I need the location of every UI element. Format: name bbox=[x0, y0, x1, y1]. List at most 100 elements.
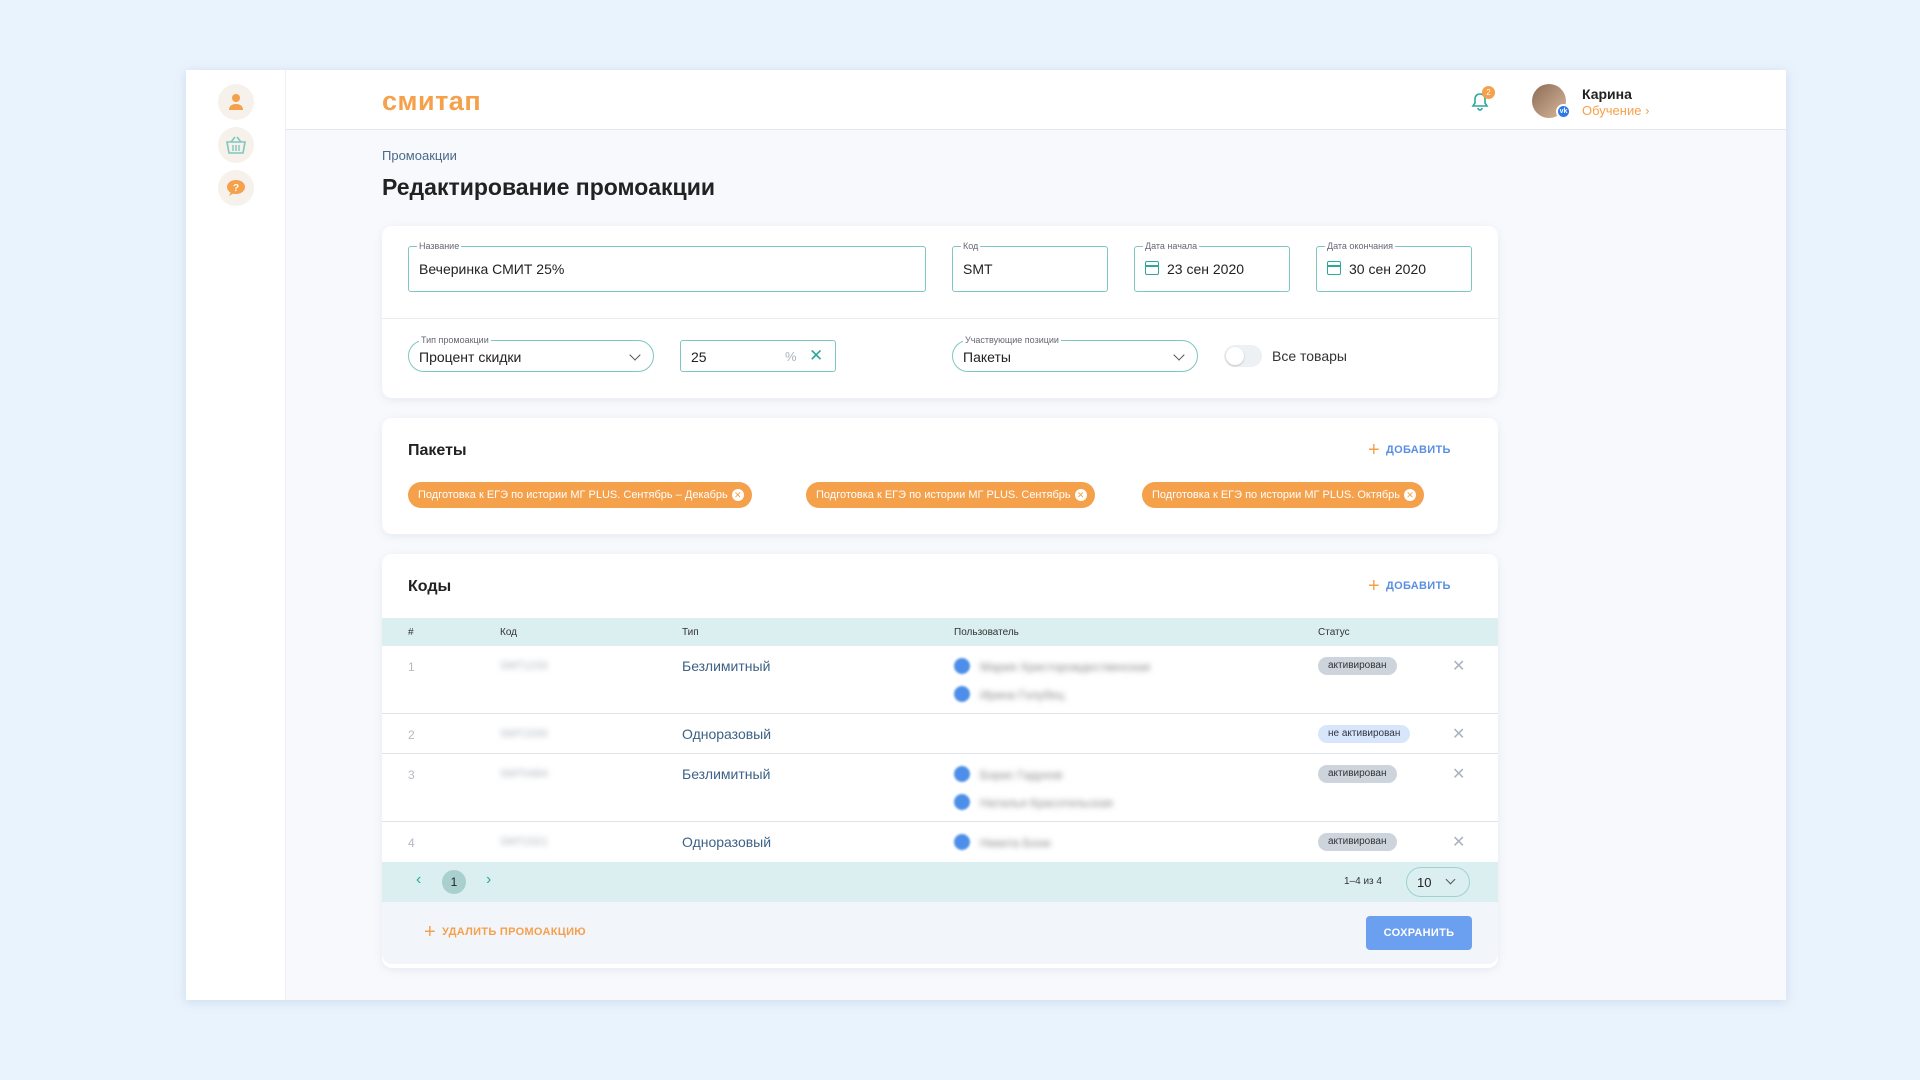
row-user: Никита Бони bbox=[980, 836, 1051, 850]
end-date-field[interactable]: Дата окончания 30 сен 2020 bbox=[1316, 240, 1472, 292]
name-field-value: Вечеринка СМИТ 25% bbox=[419, 261, 565, 277]
package-chip[interactable]: Подготовка к ЕГЭ по истории МГ PLUS. Сен… bbox=[806, 482, 1095, 508]
add-code-button[interactable]: + ДОБАВИТЬ bbox=[1368, 575, 1451, 597]
codes-title: Коды bbox=[408, 578, 452, 595]
row-code: SMT2321 bbox=[500, 836, 548, 848]
status-badge: активирован bbox=[1318, 765, 1397, 783]
column-header: Статус bbox=[1318, 627, 1350, 638]
form-footer: + УДАЛИТЬ ПРОМОАКЦИЮ СОХРАНИТЬ bbox=[382, 902, 1498, 964]
package-chip[interactable]: Подготовка к ЕГЭ по истории МГ PLUS. Окт… bbox=[1142, 482, 1425, 508]
delete-row-icon[interactable]: ✕ bbox=[1452, 832, 1465, 852]
table-row[interactable]: 3 SMT0484 Безлимитный Борис Гадунов Ната… bbox=[382, 754, 1498, 822]
promo-form-card: Название Вечеринка СМИТ 25% Код SMT Дата… bbox=[382, 226, 1498, 398]
package-chip[interactable]: Подготовка к ЕГЭ по истории МГ PLUS. Сен… bbox=[408, 482, 752, 508]
sidebar-item-shop[interactable] bbox=[218, 127, 254, 163]
row-user: Наталья Красотельская bbox=[980, 796, 1113, 810]
status-badge: не активирован bbox=[1318, 725, 1411, 743]
user-icon bbox=[229, 94, 243, 110]
table-row[interactable]: 1 SMT1233 Безлимитный Мария Христорождес… bbox=[382, 646, 1498, 714]
positions-select[interactable]: Участвующие позиции Пакеты bbox=[952, 334, 1198, 372]
range-label: 1–4 из 4 bbox=[1344, 876, 1382, 887]
plus-icon: + bbox=[1368, 439, 1380, 461]
package-chip-label: Подготовка к ЕГЭ по истории МГ PLUS. Сен… bbox=[418, 489, 728, 501]
package-chip-label: Подготовка к ЕГЭ по истории МГ PLUS. Сен… bbox=[816, 489, 1071, 501]
all-goods-toggle[interactable] bbox=[1224, 345, 1262, 367]
table-header: # Код Тип Пользователь Статус bbox=[382, 618, 1498, 646]
user-role-link[interactable]: Обучение › bbox=[1582, 103, 1649, 118]
name-field-label: Название bbox=[417, 240, 462, 252]
delete-row-icon[interactable]: ✕ bbox=[1452, 656, 1465, 676]
chevron-down-icon bbox=[629, 349, 641, 361]
row-number: 1 bbox=[408, 660, 415, 674]
package-chip-label: Подготовка к ЕГЭ по истории МГ PLUS. Окт… bbox=[1152, 489, 1401, 501]
promo-type-label: Тип промоакции bbox=[419, 334, 491, 346]
user-name[interactable]: Карина bbox=[1582, 86, 1632, 102]
status-badge: активирован bbox=[1318, 833, 1397, 851]
row-type: Одноразовый bbox=[682, 726, 772, 742]
promo-type-select[interactable]: Тип промоакции Процент скидки bbox=[408, 334, 654, 372]
column-header: # bbox=[408, 627, 414, 638]
codes-card: Коды + ДОБАВИТЬ # Код Тип Пользователь С… bbox=[382, 554, 1498, 968]
column-header: Тип bbox=[682, 627, 699, 638]
user-avatar bbox=[954, 794, 970, 810]
name-field[interactable]: Название Вечеринка СМИТ 25% bbox=[408, 240, 926, 292]
per-page-value: 10 bbox=[1417, 875, 1432, 890]
page-title: Редактирование промоакции bbox=[382, 174, 715, 200]
plus-icon: + bbox=[424, 921, 436, 943]
start-date-field[interactable]: Дата начала 23 сен 2020 bbox=[1134, 240, 1290, 292]
positions-value: Пакеты bbox=[963, 349, 1011, 365]
clear-icon[interactable]: ✕ bbox=[809, 346, 823, 366]
plus-icon: + bbox=[1368, 575, 1380, 597]
svg-text:?: ? bbox=[233, 183, 239, 194]
add-package-button[interactable]: + ДОБАВИТЬ bbox=[1368, 439, 1451, 461]
packages-card: Пакеты + ДОБАВИТЬ Подготовка к ЕГЭ по ис… bbox=[382, 418, 1498, 534]
sidebar-item-help[interactable]: ? bbox=[218, 170, 254, 206]
prev-page-icon[interactable]: ‹ bbox=[416, 871, 421, 889]
discount-input[interactable]: 25 % ✕ bbox=[680, 340, 836, 372]
column-header: Код bbox=[500, 627, 518, 638]
page-button-current[interactable]: 1 bbox=[442, 870, 466, 894]
delete-row-icon[interactable]: ✕ bbox=[1452, 724, 1465, 744]
sidebar: ? bbox=[186, 70, 286, 1000]
chevron-right-icon: › bbox=[1645, 103, 1650, 118]
user-avatar bbox=[954, 766, 970, 782]
pagination-bar: ‹ 1 › 1–4 из 4 10 bbox=[382, 862, 1498, 902]
positions-label: Участвующие позиции bbox=[963, 334, 1061, 346]
user-avatar bbox=[954, 686, 970, 702]
remove-chip-icon[interactable]: ✕ bbox=[731, 489, 744, 501]
row-type: Безлимитный bbox=[682, 658, 771, 674]
row-code: SMT1233 bbox=[500, 660, 548, 672]
delete-promo-button[interactable]: + УДАЛИТЬ ПРОМОАКЦИЮ bbox=[424, 921, 586, 943]
chevron-down-icon bbox=[1173, 349, 1185, 361]
vk-icon: vk bbox=[1556, 104, 1571, 119]
next-page-icon[interactable]: › bbox=[486, 871, 491, 889]
row-type: Безлимитный bbox=[682, 766, 771, 782]
row-code: SMT2330 bbox=[500, 728, 548, 740]
table-row[interactable]: 4 SMT2321 Одноразовый Никита Бони активи… bbox=[382, 822, 1498, 862]
discount-value: 25 bbox=[691, 349, 707, 365]
percent-icon: % bbox=[785, 349, 797, 364]
row-number: 2 bbox=[408, 728, 415, 742]
row-type: Одноразовый bbox=[682, 834, 772, 850]
chevron-down-icon bbox=[1445, 874, 1456, 885]
packages-title: Пакеты bbox=[408, 442, 467, 459]
table-row[interactable]: 2 SMT2330 Одноразовый не активирован ✕ bbox=[382, 714, 1498, 754]
breadcrumb[interactable]: Промоакции bbox=[382, 148, 457, 163]
delete-row-icon[interactable]: ✕ bbox=[1452, 764, 1465, 784]
calendar-icon bbox=[1327, 261, 1341, 275]
row-user: Борис Гадунов bbox=[980, 768, 1063, 782]
all-goods-label: Все товары bbox=[1272, 348, 1347, 364]
sidebar-item-profile[interactable] bbox=[218, 84, 254, 120]
row-user: Мария Христорождественская bbox=[980, 660, 1151, 674]
row-user: Ирина Голубец bbox=[980, 688, 1065, 702]
start-date-label: Дата начала bbox=[1143, 240, 1200, 252]
code-field[interactable]: Код SMT bbox=[952, 240, 1108, 292]
logo[interactable]: смитап bbox=[382, 86, 481, 117]
remove-chip-icon[interactable]: ✕ bbox=[1074, 489, 1087, 501]
remove-chip-icon[interactable]: ✕ bbox=[1404, 489, 1417, 501]
row-code: SMT0484 bbox=[500, 768, 548, 780]
save-button[interactable]: СОХРАНИТЬ bbox=[1366, 916, 1472, 950]
per-page-select[interactable]: 10 bbox=[1406, 867, 1470, 897]
end-date-label: Дата окончания bbox=[1325, 240, 1396, 252]
end-date-value: 30 сен 2020 bbox=[1349, 261, 1427, 277]
